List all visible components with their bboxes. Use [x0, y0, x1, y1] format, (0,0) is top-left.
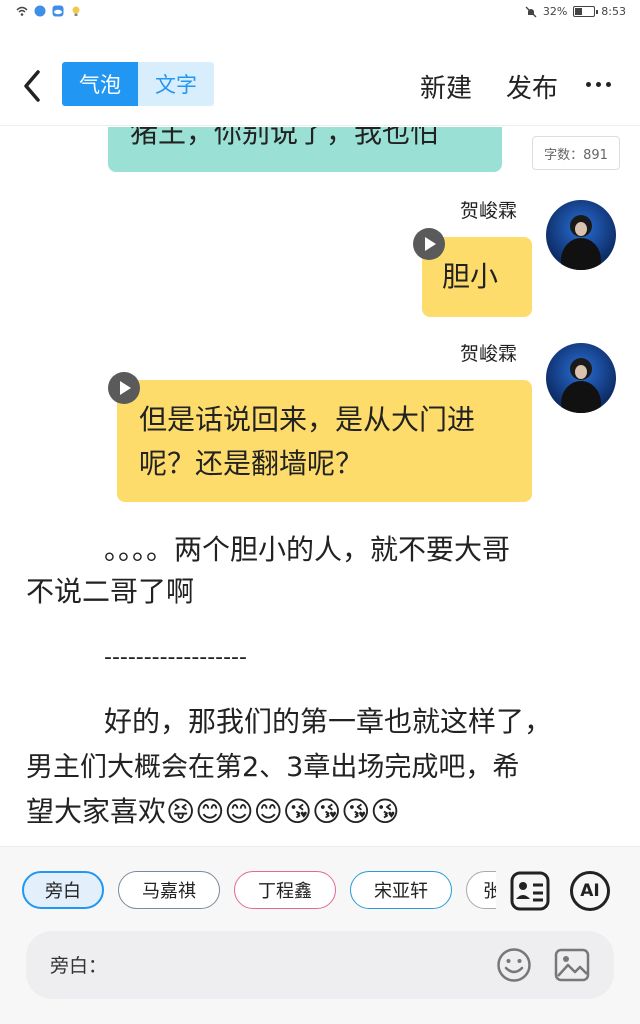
mode-toggle: 气泡 文字	[62, 62, 214, 106]
character-chip[interactable]: 旁白	[22, 871, 104, 909]
message-bubble[interactable]: 猪王，你别说了，我也怕	[108, 127, 502, 172]
battery-percent: 32%	[542, 5, 568, 18]
cloud-icon	[52, 5, 64, 17]
narration-line[interactable]: 。。。。两个胆小的人，就不要大哥	[104, 528, 510, 572]
speaker-name: 贺峻霖	[460, 343, 518, 365]
narration-line[interactable]: 不说二哥了啊	[26, 570, 194, 614]
top-bar: 气泡 文字 新建 发布	[0, 44, 640, 126]
speaker-name: 贺峻霖	[460, 200, 518, 222]
message-input[interactable]: 旁白：	[26, 931, 614, 999]
avatar[interactable]	[546, 200, 616, 270]
narration-line[interactable]: 望大家喜欢😝😊😊😊😘😘😘😘	[26, 790, 400, 834]
message-bubble-clip: 猪王，你别说了，我也怕	[108, 127, 502, 172]
message-line: 呢？还是翻墙呢？	[139, 447, 364, 480]
narration-line[interactable]: 男主们大概会在第2、3章出场完成吧，希	[26, 746, 519, 790]
word-count-badge: 字数：891	[532, 136, 620, 170]
play-voice-icon[interactable]	[413, 228, 445, 260]
publish-button[interactable]: 发布	[506, 68, 558, 105]
wifi-icon	[16, 6, 28, 16]
avatar[interactable]	[546, 343, 616, 413]
narration-divider[interactable]: ------------------	[104, 636, 247, 680]
character-card-icon[interactable]	[510, 871, 550, 911]
more-options-icon[interactable]	[586, 82, 611, 87]
mute-bell-icon	[525, 6, 537, 17]
composer-panel: 旁白 马嘉祺 丁程鑫 宋亚轩 张 AI 旁白：	[0, 846, 640, 1024]
bulb-icon	[72, 6, 80, 16]
clock: 8:53	[601, 5, 626, 18]
character-chip[interactable]: 张	[466, 871, 496, 909]
emoji-icon[interactable]	[496, 947, 532, 983]
tab-text-mode[interactable]: 文字	[138, 62, 214, 106]
message-bubble[interactable]: 但是话说回来，是从大门进 呢？还是翻墙呢？	[117, 380, 532, 502]
narration-line[interactable]: 好的，那我们的第一章也就这样了，	[104, 700, 552, 744]
character-chip[interactable]: 宋亚轩	[350, 871, 452, 909]
back-arrow-icon[interactable]	[18, 66, 48, 106]
character-chip[interactable]: 丁程鑫	[234, 871, 336, 909]
battery-icon	[573, 6, 599, 17]
message-line: 但是话说回来，是从大门进	[139, 403, 476, 436]
ai-button[interactable]: AI	[570, 871, 610, 911]
status-bar: 32% 8:53	[0, 0, 640, 26]
input-speaker-label: 旁白：	[50, 955, 108, 977]
play-voice-icon[interactable]	[108, 372, 140, 404]
character-chip[interactable]: 马嘉祺	[118, 871, 220, 909]
app-notification-icon	[34, 5, 46, 17]
tab-bubble-mode[interactable]: 气泡	[62, 62, 138, 106]
new-button[interactable]: 新建	[420, 68, 472, 105]
character-selector: 旁白 马嘉祺 丁程鑫 宋亚轩 张	[0, 847, 496, 931]
image-icon[interactable]	[554, 947, 590, 983]
